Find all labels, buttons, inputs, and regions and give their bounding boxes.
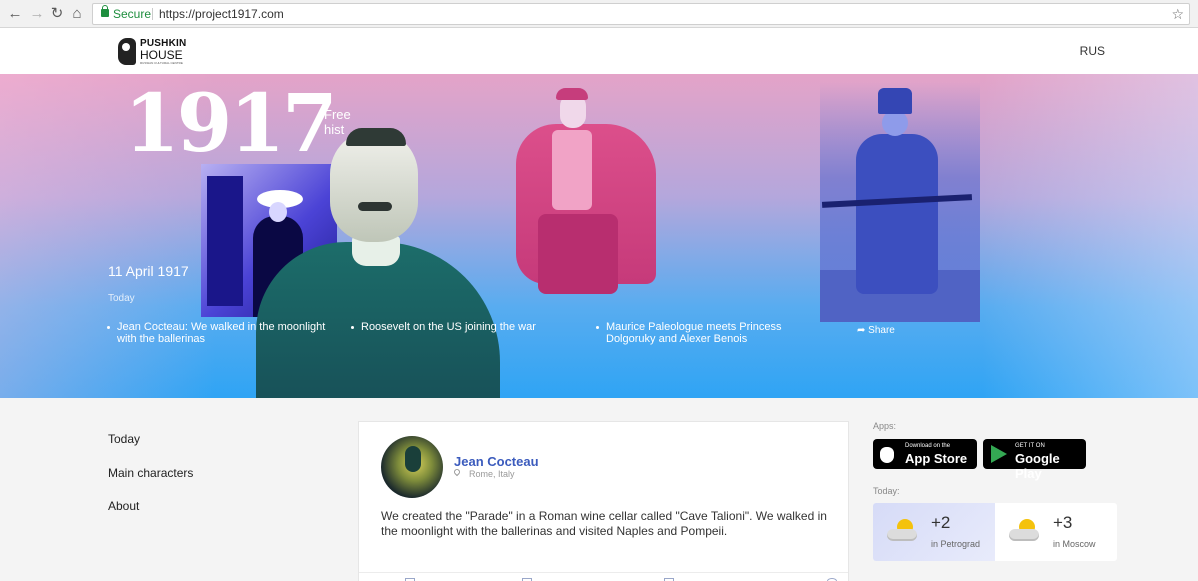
language-switch[interactable]: RUS [1080, 44, 1105, 58]
forward-icon[interactable]: → [28, 5, 46, 23]
share-label: Share [868, 325, 895, 336]
back-icon[interactable]: ← [6, 5, 24, 23]
story-link-paleologue[interactable]: Maurice Paleologue meets Princess Dolgor… [596, 321, 816, 345]
temp-petrograd: +2 [931, 513, 951, 532]
left-nav: Today Main characters About [108, 432, 193, 533]
pushkin-silhouette-icon [118, 38, 136, 65]
partly-cloudy-icon [885, 517, 919, 545]
google-play-small-text: GET IT ON [1015, 443, 1045, 449]
share-icon: ➦ [857, 325, 869, 336]
logo-line3: RUSSIAN CULTURAL CENTRE [140, 61, 183, 65]
site-header: PUSHKIN HOUSE RUSSIAN CULTURAL CENTRE RU… [0, 28, 1198, 74]
temp-moscow: +3 [1053, 513, 1073, 532]
city-moscow: in Moscow [1053, 539, 1096, 549]
google-play-icon [991, 445, 1007, 463]
secure-label: Secure [113, 7, 152, 21]
apple-icon [880, 447, 894, 463]
logo-line2: HOUSE [140, 48, 183, 62]
nav-item-today[interactable]: Today [108, 432, 193, 466]
share-button[interactable]: ➦ Share [857, 325, 895, 336]
hero-today-label: Today [108, 293, 135, 304]
post-text: We created the "Parade" in a Roman wine … [381, 509, 827, 538]
reload-icon[interactable]: ↻ [48, 5, 66, 23]
address-divider [152, 8, 153, 20]
google-play-button[interactable]: GET IT ON Google Play [983, 439, 1086, 481]
card-divider [359, 572, 848, 573]
post-location: Rome, Italy [469, 469, 515, 479]
weather-widget: +2 in Petrograd +3 in Moscow [873, 503, 1117, 561]
google-play-label: Google Play [1015, 451, 1060, 481]
story-link-cocteau[interactable]: Jean Cocteau: We walked in the moonlight… [107, 321, 347, 345]
apps-label: Apps: [873, 421, 897, 431]
nav-item-main-characters[interactable]: Main characters [108, 466, 193, 500]
author-name-link[interactable]: Jean Cocteau [454, 454, 539, 469]
hero-date: 11 April 1917 [108, 263, 189, 279]
app-store-button[interactable]: Download on the App Store [873, 439, 977, 469]
photo-lenin [256, 122, 500, 398]
hero-banner: 1917 Free hist 11 April 1917 Today Jean … [0, 74, 1198, 398]
app-store-label: App Store [905, 451, 968, 466]
photo-seated-soldier [516, 86, 656, 302]
home-icon[interactable]: ⌂ [68, 5, 86, 23]
city-petrograd: in Petrograd [931, 539, 981, 549]
avatar[interactable] [381, 436, 443, 498]
browser-toolbar: ← → ↻ ⌂ Secure https://project1917.com ☆ [0, 0, 1198, 28]
photo-rifleman [820, 82, 980, 322]
pushkin-house-logo[interactable]: PUSHKIN HOUSE RUSSIAN CULTURAL CENTRE [118, 37, 188, 67]
app-store-small-text: Download on the [905, 443, 951, 449]
address-bar[interactable]: Secure https://project1917.com ☆ [92, 3, 1190, 25]
lock-icon [101, 5, 109, 17]
partly-cloudy-icon [1007, 517, 1041, 545]
location-pin-icon [452, 467, 462, 477]
bookmark-star-icon[interactable]: ☆ [1171, 4, 1184, 24]
weather-today-label: Today: [873, 486, 900, 496]
url-text[interactable]: https://project1917.com [159, 4, 284, 24]
post-card: Jean Cocteau Rome, Italy We created the … [358, 421, 849, 581]
nav-item-about[interactable]: About [108, 499, 193, 533]
story-link-roosevelt[interactable]: Roosevelt on the US joining the war [351, 321, 571, 333]
tagline-line1: Free [324, 107, 351, 122]
